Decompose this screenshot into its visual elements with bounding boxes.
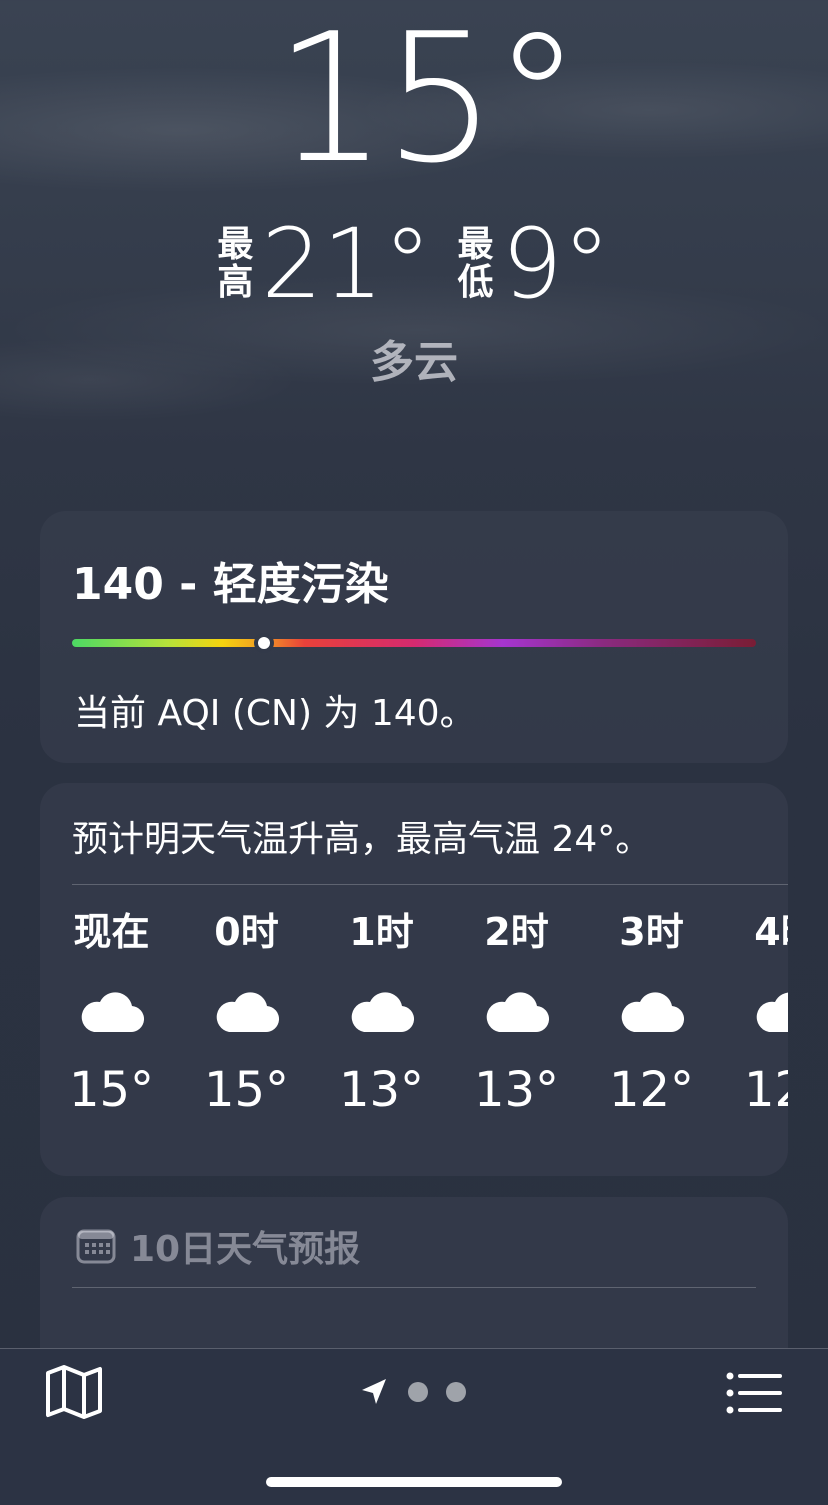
hour-temperature: 15° xyxy=(203,1062,290,1118)
location-arrow-icon[interactable] xyxy=(358,1376,390,1408)
cloud-icon xyxy=(216,992,279,1033)
weather-condition: 多云 xyxy=(370,337,458,388)
hour-item: 1时 13° xyxy=(314,900,449,1120)
hour-temperature: 13° xyxy=(338,1062,425,1118)
hour-label: 3时 xyxy=(619,910,684,954)
low-label: 最 低 xyxy=(457,224,494,303)
page-dot[interactable] xyxy=(446,1382,466,1402)
hour-item: 3时 12° xyxy=(584,900,719,1120)
hour-temperature: 12° xyxy=(743,1062,788,1118)
aqi-title: 140 - 轻度污染 xyxy=(72,559,389,610)
hour-temperature: 13° xyxy=(473,1062,560,1118)
hour-item: 4时 12° xyxy=(719,900,788,1120)
cloud-icon xyxy=(351,992,414,1033)
high-value: 21° xyxy=(261,208,432,320)
page-dot[interactable] xyxy=(408,1382,428,1402)
hour-item: 现在 15° xyxy=(44,900,179,1120)
current-temperature: 15° xyxy=(274,0,582,202)
cloud-icon xyxy=(81,992,144,1033)
cloud-icon xyxy=(621,992,684,1033)
hour-item: 0时 15° xyxy=(179,900,314,1120)
hour-label: 1时 xyxy=(349,910,414,954)
calendar-icon xyxy=(76,1229,116,1264)
hour-item: 2时 13° xyxy=(449,900,584,1120)
hour-temperature: 15° xyxy=(68,1062,155,1118)
low-value: 9° xyxy=(501,208,611,320)
aqi-scale-bar xyxy=(72,639,756,647)
forecast-summary: 预计明天气温升高，最高气温 24°。 xyxy=(72,819,652,860)
ten-day-title: 10日天气预报 xyxy=(130,1229,361,1270)
page-indicator[interactable] xyxy=(358,1374,470,1410)
high-low-temperatures: 最 高 21° 最 低 9° xyxy=(0,214,828,314)
hourly-scroller[interactable]: 现在 15° 0时 15° 1时 13° 2时 13° 3时 12° 4时 12… xyxy=(40,900,788,1160)
high-label: 最 高 xyxy=(217,224,254,303)
cloud-icon xyxy=(756,992,788,1032)
list-icon[interactable] xyxy=(724,1368,784,1418)
hour-label: 现在 xyxy=(73,910,150,954)
hour-label: 0时 xyxy=(214,910,279,954)
hour-temperature: 12° xyxy=(608,1062,695,1118)
ten-day-divider xyxy=(72,1287,756,1288)
map-icon[interactable] xyxy=(44,1363,104,1421)
hourly-divider xyxy=(72,884,788,885)
aqi-scale-marker xyxy=(258,637,270,649)
hour-label: 4时 xyxy=(754,910,788,954)
low-temperature: 最 低 9° xyxy=(458,214,611,314)
hour-label: 2时 xyxy=(484,910,549,954)
home-indicator[interactable] xyxy=(266,1477,562,1487)
aqi-description: 当前 AQI (CN) 为 140。 xyxy=(74,693,476,734)
cloud-icon xyxy=(486,992,549,1033)
ten-day-header: 10日天气预报 xyxy=(76,1220,360,1272)
high-temperature: 最 高 21° xyxy=(217,214,431,314)
